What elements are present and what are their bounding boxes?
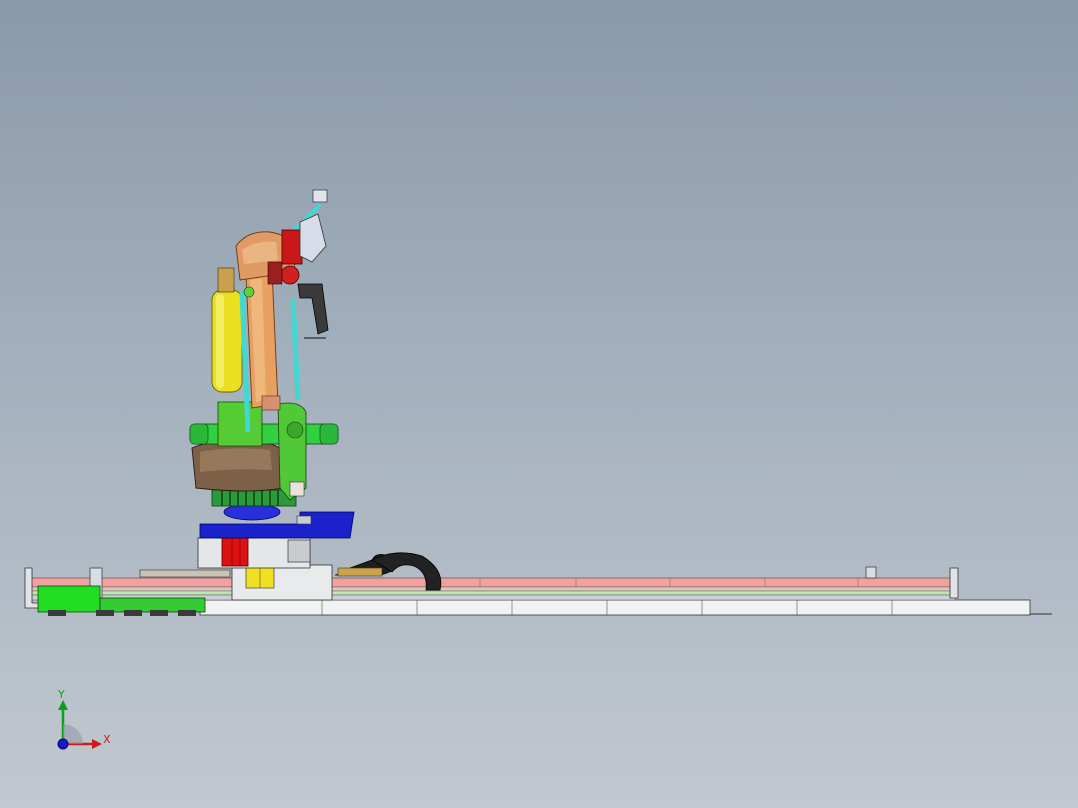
track-base-extrusion xyxy=(199,599,1031,616)
z-axis-dot-icon xyxy=(57,738,69,750)
carriage-green-block xyxy=(37,585,101,613)
track-right-bumper xyxy=(865,566,877,579)
track-right-endstop xyxy=(949,567,959,599)
base-motor xyxy=(221,537,249,567)
track-rail-guide xyxy=(29,590,956,596)
base-bracket xyxy=(287,539,311,563)
end-effector-tip xyxy=(312,189,328,203)
y-axis-label: Y xyxy=(58,688,65,701)
carriage-green-plate xyxy=(99,597,206,613)
base-joint-left xyxy=(217,401,263,447)
wrist-bracket xyxy=(299,213,327,263)
cad-model-view[interactable] xyxy=(0,0,1078,808)
wrist-joint xyxy=(280,265,300,285)
link-rod-right xyxy=(290,299,301,401)
robot-base[interactable] xyxy=(189,401,355,569)
coordinate-triad xyxy=(57,700,102,750)
robot-arm[interactable] xyxy=(211,189,329,433)
carriage-cover-plate xyxy=(139,569,231,578)
graphics-viewport[interactable]: X Y xyxy=(0,0,1078,808)
gripper-tool xyxy=(297,283,329,335)
cable-chain-bracket xyxy=(337,567,383,577)
shoulder-axis-shaft xyxy=(189,423,339,445)
elbow-pin xyxy=(243,286,255,298)
x-axis-label: X xyxy=(103,733,111,746)
wrist-motor xyxy=(281,229,303,265)
track-rail-rack xyxy=(29,586,956,592)
track-rail-top xyxy=(29,577,956,588)
